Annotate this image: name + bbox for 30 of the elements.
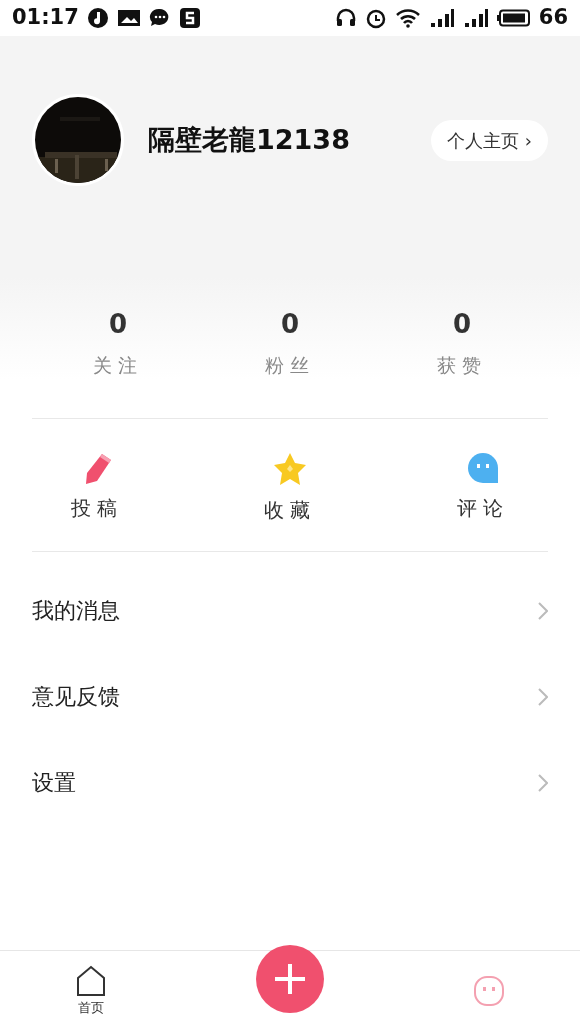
comment-icon (466, 450, 501, 485)
signal-icon (462, 8, 489, 28)
image-icon (116, 8, 141, 28)
headphones-icon (334, 7, 357, 29)
homepage-button[interactable]: 个人主页 › (431, 119, 548, 161)
stat-label[interactable]: 获赞 (376, 351, 548, 380)
shortcut-label[interactable]: 评论 (457, 492, 510, 523)
add-button[interactable] (255, 944, 325, 1014)
chevron-icon (538, 687, 548, 706)
stat-label[interactable]: 粉丝 (204, 351, 376, 380)
battery-level: 66 (538, 4, 568, 32)
nav-label[interactable]: 首页 (77, 998, 104, 1018)
stat-count: 0 (451, 311, 473, 337)
wifi-icon (394, 8, 421, 28)
stat-label[interactable]: 关注 (32, 351, 204, 380)
music-icon (86, 7, 109, 29)
shortcut-label[interactable]: 投稿 (70, 492, 123, 523)
stat-count: 0 (279, 311, 301, 337)
alarm-icon (364, 7, 387, 29)
chat-icon (148, 7, 171, 29)
status-time: 01:17 (12, 4, 79, 32)
signal-icon (428, 8, 455, 28)
username: 隔壁老龍12138 (148, 122, 351, 157)
app-icon (178, 7, 201, 29)
stat-count: 0 (107, 311, 129, 337)
battery-icon (496, 9, 531, 27)
chevron-icon (538, 601, 548, 620)
shortcut-label[interactable]: 收藏 (264, 494, 316, 525)
chevron-icon (538, 773, 548, 792)
face-icon[interactable] (472, 974, 507, 1008)
